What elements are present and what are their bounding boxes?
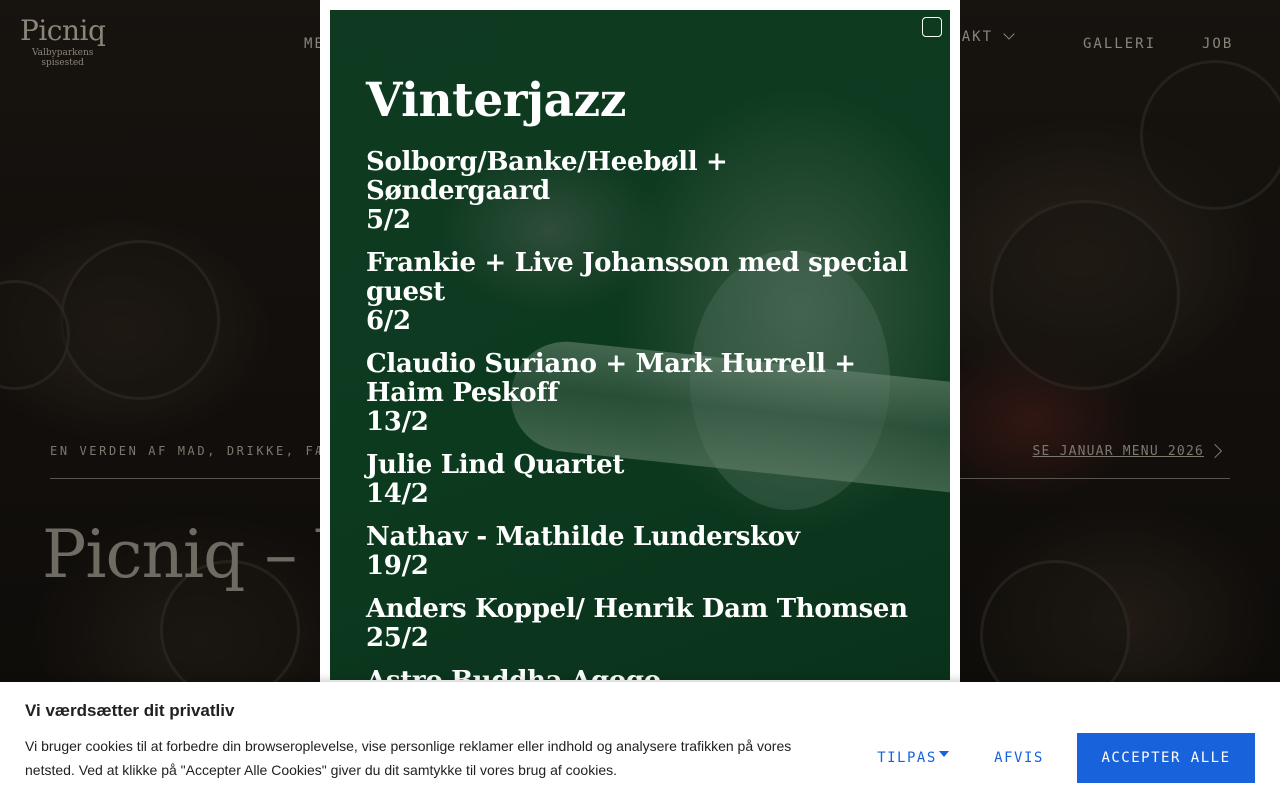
plate-image bbox=[990, 200, 1180, 390]
plate-image bbox=[0, 280, 70, 390]
close-button[interactable] bbox=[922, 17, 942, 37]
plate-image bbox=[1140, 60, 1280, 210]
event-name: Solborg/Banke/Heebøll + Søndergaard bbox=[366, 147, 728, 206]
event-name: Anders Koppel/ Henrik Dam Thomsen bbox=[366, 594, 908, 624]
plate-image bbox=[60, 240, 220, 400]
event-date: 25/2 bbox=[366, 623, 429, 653]
event-date: 5/2 bbox=[366, 205, 411, 235]
logo-tagline: Valbyparkens spisested bbox=[31, 48, 94, 68]
reject-button[interactable]: AFVIS bbox=[978, 733, 1060, 783]
event-date: 19/2 bbox=[366, 551, 429, 581]
poster-content: Vinterjazz Solborg/Banke/Heebøll + Sønde… bbox=[366, 73, 910, 681]
event-name: Astro Buddha Agogo bbox=[366, 666, 661, 681]
event-item: Anders Koppel/ Henrik Dam Thomsen 25/2 bbox=[366, 595, 910, 653]
event-name: Julie Lind Quartet bbox=[366, 450, 625, 480]
customize-button[interactable]: TILPAS bbox=[868, 733, 958, 783]
logo-name: Picniq bbox=[20, 14, 106, 47]
site-logo[interactable]: Picniq Valbyparkens spisested bbox=[20, 14, 106, 69]
event-name: Claudio Suriano + Mark Hurrell + Haim Pe… bbox=[366, 349, 856, 408]
event-item: Frankie + Live Johansson med special gue… bbox=[366, 249, 910, 336]
event-poster: Vinterjazz Solborg/Banke/Heebøll + Sønde… bbox=[330, 10, 950, 680]
event-date: 14/2 bbox=[366, 479, 429, 509]
customize-label: TILPAS bbox=[877, 750, 937, 766]
nav-item-job[interactable]: JOB bbox=[1202, 36, 1233, 52]
event-item: Julie Lind Quartet 14/2 bbox=[366, 451, 910, 509]
cookie-title: Vi værdsætter dit privatliv bbox=[25, 701, 235, 720]
event-item: Solborg/Banke/Heebøll + Søndergaard 5/2 bbox=[366, 148, 910, 235]
accept-all-button[interactable]: ACCEPTER ALLE bbox=[1077, 733, 1255, 783]
event-date: 6/2 bbox=[366, 306, 411, 336]
event-item: Claudio Suriano + Mark Hurrell + Haim Pe… bbox=[366, 350, 910, 437]
event-name: Nathav - Mathilde Lunderskov bbox=[366, 522, 800, 552]
event-name: Frankie + Live Johansson med special gue… bbox=[366, 248, 908, 307]
menu-link[interactable]: SE JANUAR MENU 2026 bbox=[1032, 444, 1204, 459]
chevron-down-icon bbox=[1003, 28, 1015, 40]
event-date: 13/2 bbox=[366, 407, 429, 437]
cookie-banner: Vi værdsætter dit privatliv Vi bruger co… bbox=[0, 682, 1280, 800]
poster-title: Vinterjazz bbox=[366, 73, 626, 128]
nav-item-galleri[interactable]: GALLERI bbox=[1083, 36, 1156, 52]
caret-down-icon bbox=[938, 751, 949, 757]
cookie-text: Vi bruger cookies til at forbedre din br… bbox=[25, 738, 792, 778]
event-popup: Vinterjazz Solborg/Banke/Heebøll + Sønde… bbox=[320, 0, 960, 690]
hero-tagline: EN VERDEN AF MAD, DRIKKE, FÆ bbox=[50, 444, 326, 458]
event-item: Nathav - Mathilde Lunderskov 19/2 bbox=[366, 523, 910, 581]
hero-title: Picniq – V bbox=[42, 516, 364, 593]
event-item: Astro Buddha Agogo bbox=[366, 666, 910, 681]
